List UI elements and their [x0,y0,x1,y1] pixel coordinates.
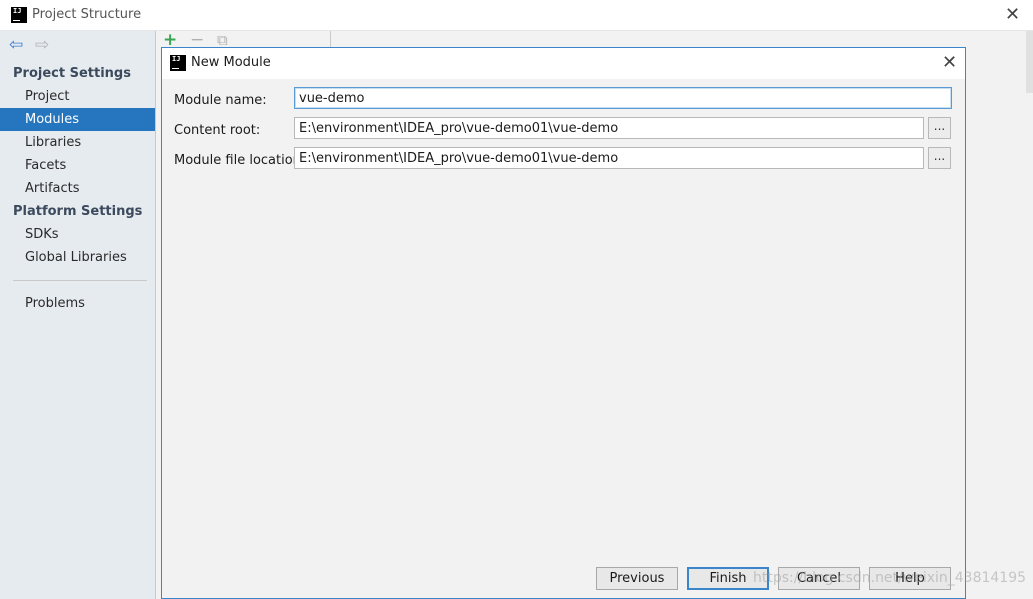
background-scrollbar[interactable] [1026,31,1033,93]
platform-settings-heading: Platform Settings [13,204,143,219]
dialog-titlebar: IJ New Module ✕ [162,48,965,79]
module-name-label: Module name: [174,93,267,108]
project-settings-heading: Project Settings [13,66,131,81]
module-name-input[interactable] [294,87,952,109]
forward-arrow-icon[interactable]: ⇨ [35,35,49,55]
content-root-label: Content root: [174,123,261,138]
module-file-location-label: Module file location: [174,153,306,168]
dialog-close-icon[interactable]: ✕ [942,54,957,72]
help-button[interactable]: Help [869,567,951,590]
window-close-icon[interactable]: ✕ [1005,6,1020,24]
content-root-input[interactable] [294,117,924,139]
sidebar-item-sdks[interactable]: SDKs [0,223,155,246]
sidebar-item-facets[interactable]: Facets [0,154,155,177]
sidebar-item-global-libraries[interactable]: Global Libraries [0,246,155,269]
sidebar-item-modules[interactable]: Modules [0,108,155,131]
content-root-browse-button[interactable]: ... [928,117,951,139]
sidebar: ⇦ ⇨ Project Settings Project Modules Lib… [0,31,156,599]
sidebar-item-project[interactable]: Project [0,85,155,108]
window-titlebar: IJ Project Structure ✕ [0,0,1033,31]
sidebar-item-problems[interactable]: Problems [0,292,155,315]
intellij-logo-icon: IJ [11,7,27,23]
cancel-button[interactable]: Cancel [778,567,860,590]
back-arrow-icon[interactable]: ⇦ [9,35,23,55]
sidebar-item-artifacts[interactable]: Artifacts [0,177,155,200]
dialog-title: New Module [191,55,271,70]
finish-button[interactable]: Finish [687,567,769,590]
sidebar-item-libraries[interactable]: Libraries [0,131,155,154]
sidebar-divider [13,280,147,281]
previous-button[interactable]: Previous [596,567,678,590]
window-title: Project Structure [32,7,142,22]
module-file-location-browse-button[interactable]: ... [928,147,951,169]
new-module-dialog: IJ New Module ✕ Module name: Content roo… [161,47,966,599]
module-file-location-input[interactable] [294,147,924,169]
intellij-logo-icon: IJ [170,55,186,71]
